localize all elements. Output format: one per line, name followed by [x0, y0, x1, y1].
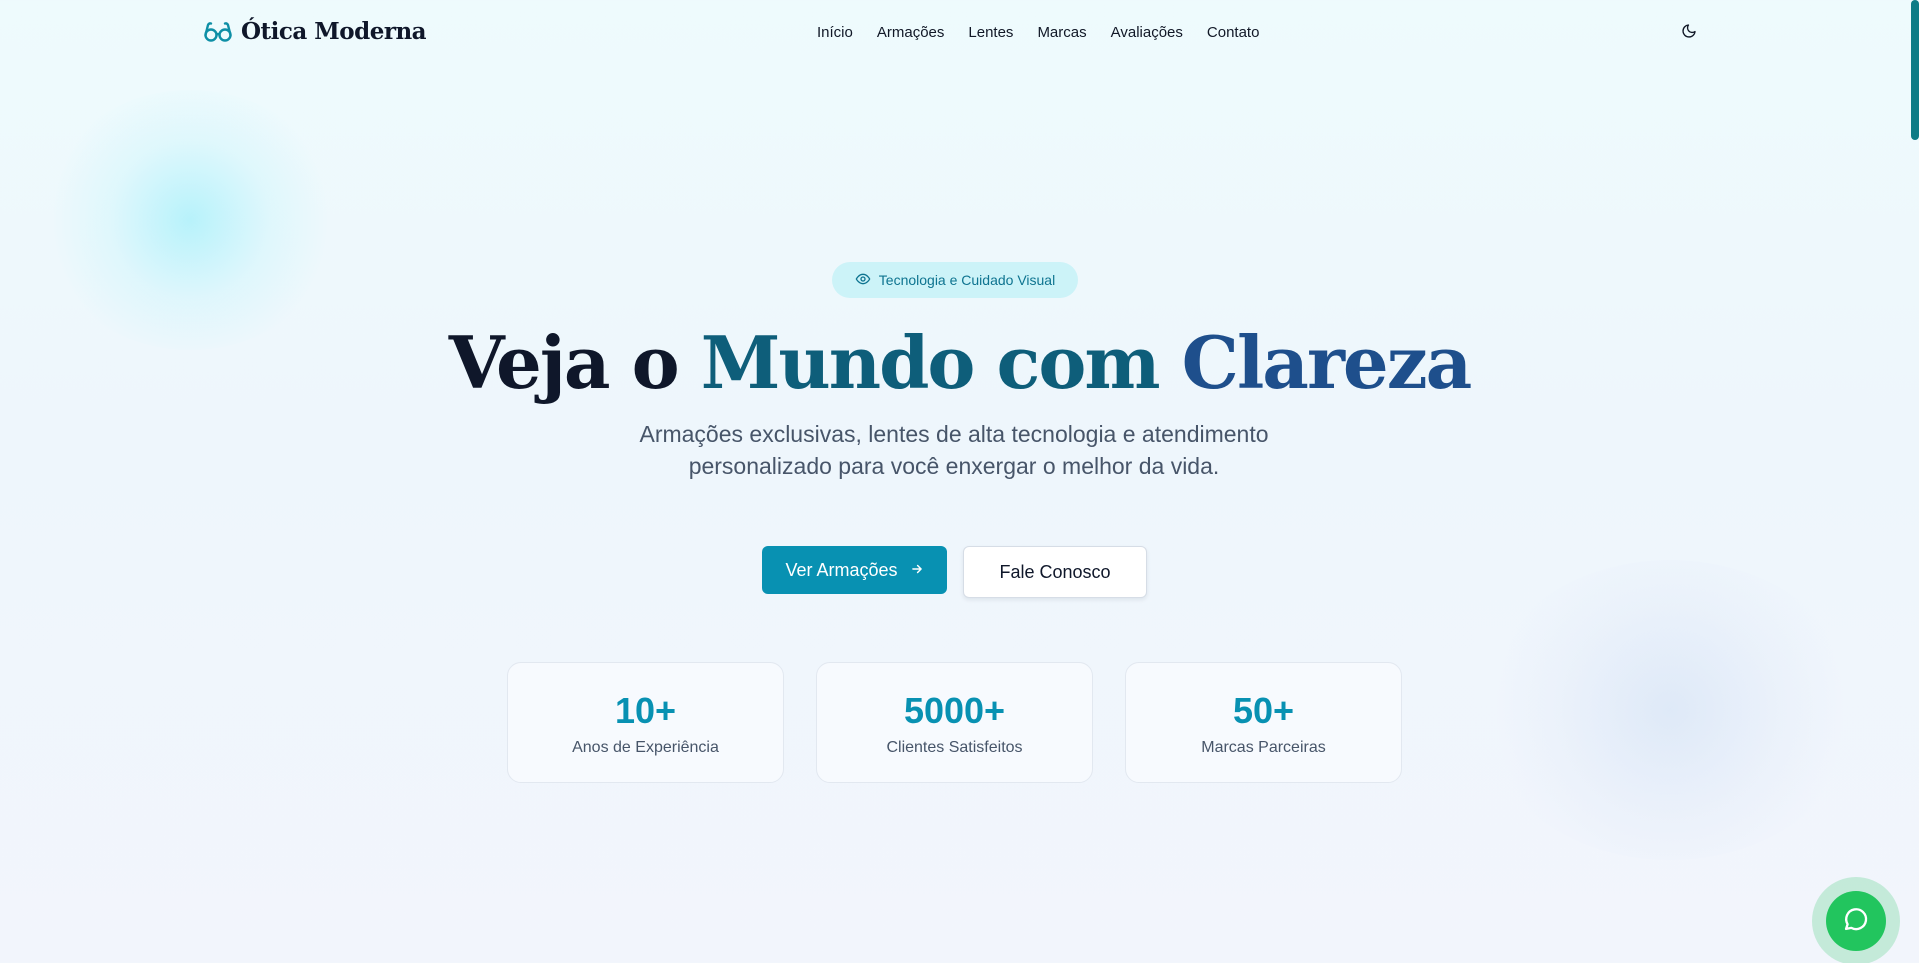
hero-subtitle: Armações exclusivas, lentes de alta tecn… [639, 421, 1269, 479]
background-glow [1480, 560, 1860, 860]
stat-value: 10+ [614, 689, 677, 731]
contact-us-button[interactable]: Fale Conosco [963, 546, 1147, 598]
hero-badge: Tecnologia e Cuidado Visual [832, 262, 1078, 298]
scrollbar-thumb[interactable] [1911, 0, 1919, 140]
stats-row: 10+ Anos de Experiência 5000+ Clientes S… [507, 662, 1402, 783]
stat-value: 5000+ [903, 689, 1006, 731]
stat-label: Clientes Satisfeitos [886, 738, 1023, 756]
nav-item-inicio[interactable]: Início [817, 24, 853, 41]
badge-text: Tecnologia e Cuidado Visual [878, 272, 1056, 288]
contact-us-label: Fale Conosco [999, 561, 1111, 582]
nav-item-lentes[interactable]: Lentes [968, 24, 1013, 41]
headline-part3: Clareza [1181, 320, 1473, 405]
logo-text: Ótica Moderna [241, 18, 427, 45]
nav-item-armacoes[interactable]: Armações [877, 24, 945, 41]
eye-icon [855, 271, 871, 290]
view-frames-button[interactable]: Ver Armações [762, 546, 947, 594]
nav-item-avaliacoes[interactable]: Avaliações [1111, 24, 1183, 41]
hero-headline: Veja o Mundo com Clareza [0, 318, 1919, 408]
stat-card: 50+ Marcas Parceiras [1125, 662, 1402, 783]
moon-icon [1681, 23, 1697, 44]
top-navigation: Ótica Moderna Início Armações Lentes Mar… [0, 0, 1919, 68]
headline-part1: Veja o [448, 320, 701, 405]
logo[interactable]: Ótica Moderna [203, 18, 427, 45]
theme-toggle-button[interactable] [1678, 22, 1700, 44]
nav-item-contato[interactable]: Contato [1207, 24, 1260, 41]
view-frames-label: Ver Armações [785, 559, 898, 580]
headline-part2: Mundo com [700, 320, 1182, 405]
whatsapp-icon [1842, 905, 1870, 938]
stat-label: Anos de Experiência [572, 738, 719, 756]
whatsapp-float [1812, 877, 1900, 963]
background-glow [40, 90, 340, 350]
whatsapp-button[interactable] [1826, 891, 1886, 951]
stat-label: Marcas Parceiras [1201, 738, 1326, 756]
nav-item-marcas[interactable]: Marcas [1037, 24, 1086, 41]
stat-value: 50+ [1232, 689, 1295, 731]
main-menu: Início Armações Lentes Marcas Avaliações… [817, 24, 1259, 41]
arrow-right-icon [910, 560, 924, 581]
stat-card: 10+ Anos de Experiência [507, 662, 784, 783]
stat-card: 5000+ Clientes Satisfeitos [816, 662, 1093, 783]
glasses-icon [203, 20, 233, 44]
